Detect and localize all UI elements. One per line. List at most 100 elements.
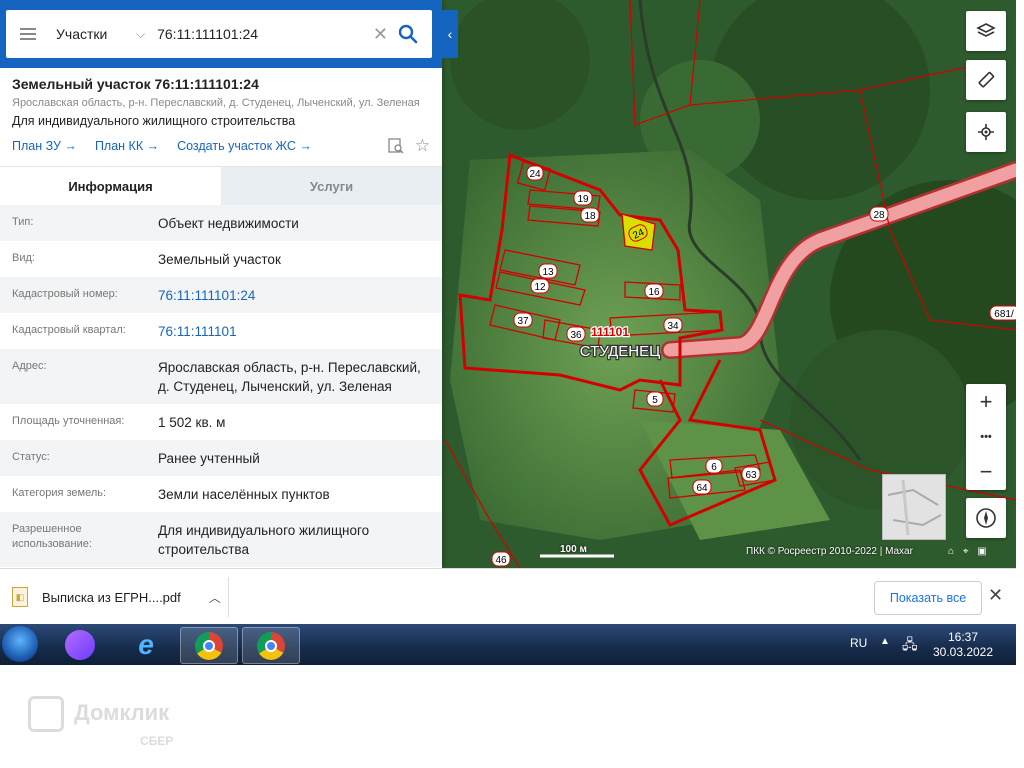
road-label: 28 [869, 206, 889, 222]
parcel-label[interactable]: 63 [741, 466, 761, 482]
parcel-label[interactable]: 34 [663, 317, 683, 333]
zoom-control: + ••• − [966, 384, 1006, 490]
tray-expand-icon[interactable]: ▲ [880, 636, 890, 647]
compass-icon [976, 508, 996, 528]
cadastral-quarter-link[interactable]: 76:11:111101 [158, 322, 430, 341]
tab-bar: Информация Услуги [0, 166, 442, 205]
row-value: Ранее учтенный [158, 451, 260, 466]
tab-info[interactable]: Информация [0, 167, 221, 205]
ruler-icon [978, 71, 995, 88]
table-row: Категория земель: Земли населённых пункто… [0, 476, 442, 512]
table-row: Площадь уточненная: 1 502 кв. м [0, 404, 442, 440]
parcel-label[interactable]: 36 [566, 326, 586, 342]
network-icon[interactable]: 🖧 [902, 634, 918, 658]
download-filename: Выписка из ЕГРН....pdf [42, 589, 181, 605]
chrome-window-1[interactable] [180, 627, 238, 664]
zoom-out-button[interactable]: − [966, 454, 1006, 489]
table-row: Кадастровый номер: 76:11:111101:24 [0, 277, 442, 313]
minimap-toggle[interactable] [882, 474, 946, 540]
row-label: Адрес: [12, 360, 47, 372]
row-value: Ярославская область, р-н. Переславский, … [158, 360, 421, 394]
row-value: Земли населённых пунктов [158, 487, 330, 502]
layer-select[interactable]: Участки [56, 26, 136, 42]
create-parcel-link[interactable]: Создать участок ЖС → [177, 139, 312, 153]
download-item[interactable]: ◧ Выписка из ЕГРН....pdf ︿ [12, 587, 221, 607]
svg-text:18: 18 [584, 211, 596, 222]
tab-services[interactable]: Услуги [221, 167, 442, 205]
parcel-label[interactable]: 16 [644, 283, 664, 299]
search-document-icon[interactable] [387, 137, 405, 155]
quarter-label: 111101 [591, 325, 629, 339]
svg-text:13: 13 [542, 267, 554, 278]
clock[interactable]: 16:37 30.03.2022 [930, 630, 996, 660]
layers-button[interactable] [966, 11, 1006, 51]
row-value: Земельный участок [158, 252, 281, 267]
svg-text:46: 46 [495, 555, 507, 566]
alice-app-button[interactable] [52, 627, 108, 662]
svg-text:34: 34 [667, 321, 679, 332]
svg-text:28: 28 [873, 210, 885, 221]
locate-button[interactable] [966, 112, 1006, 152]
parcel-label[interactable]: 64 [692, 479, 712, 495]
parcel-label[interactable]: 19 [573, 190, 593, 206]
chevron-down-icon[interactable]: ⌵ [136, 27, 145, 42]
table-row: Тип: Объект недвижимости [0, 205, 442, 241]
edge-label: 681/ [989, 305, 1016, 321]
chrome-icon [257, 631, 285, 660]
start-button[interactable] [2, 626, 38, 662]
close-icon[interactable]: ✕ [988, 585, 1003, 606]
alice-icon [65, 629, 95, 660]
table-row: Разрешенное использование: Для индивидуал… [0, 512, 442, 567]
parcel-label[interactable]: 5 [646, 391, 664, 407]
language-indicator[interactable]: RU [850, 636, 867, 650]
village-label: СТУДЕНЕЦ [580, 343, 660, 360]
chevron-up-icon[interactable]: ︿ [209, 589, 221, 606]
parcel-label[interactable]: 24 [526, 165, 544, 181]
home-icon[interactable]: ⌂ [948, 546, 954, 557]
parcel-label[interactable]: 12 [530, 278, 550, 294]
search-icon[interactable] [398, 24, 418, 44]
chrome-icon [195, 631, 223, 660]
collapse-panel-button[interactable]: ‹ [442, 10, 458, 58]
show-all-button[interactable]: Показать все [874, 581, 982, 615]
parcel-label[interactable]: 46 [491, 551, 511, 567]
object-title: Земельный участок 76:11:111101:24 [12, 76, 259, 92]
info-panel: Участки ⌵ 76:11:111101:24 ✕ Земельный уч… [0, 0, 442, 568]
object-purpose: Для индивидуального жилищного строительс… [12, 114, 296, 128]
row-value: Объект недвижимости [158, 216, 299, 231]
target-icon[interactable]: ⌖ [963, 546, 969, 557]
menu-icon[interactable] [20, 28, 36, 40]
clear-icon[interactable]: ✕ [373, 24, 388, 45]
compass-button[interactable] [966, 498, 1006, 538]
layers-icon [976, 23, 996, 37]
parcel-label[interactable]: 13 [538, 263, 558, 279]
plan-kk-link[interactable]: План КК → [95, 139, 159, 153]
ie-icon: e [138, 628, 154, 660]
row-value: Для индивидуального жилищного строительс… [158, 523, 370, 557]
parcel-label-selected[interactable]: 24 [627, 223, 649, 243]
zoom-in-button[interactable]: + [966, 384, 1006, 419]
cadastral-number-link[interactable]: 76:11:111101:24 [158, 286, 430, 305]
pdf-file-icon: ◧ [12, 587, 28, 607]
ie-app-button[interactable]: e [118, 627, 174, 662]
watermark-brand: Домклик [74, 699, 170, 725]
row-label: Площадь уточненная: [12, 415, 125, 427]
parcel-label[interactable]: 6 [705, 458, 723, 474]
svg-text:12: 12 [534, 282, 546, 293]
chrome-window-2[interactable] [242, 627, 300, 664]
map-footer-icons: ⌂ ⌖ ▣ [948, 546, 987, 557]
ruler-button[interactable] [966, 60, 1006, 100]
svg-text:36: 36 [570, 330, 582, 341]
table-row: Статус: Ранее учтенный [0, 440, 442, 476]
search-input[interactable]: 76:11:111101:24 [157, 26, 373, 42]
crosshair-icon [978, 124, 994, 140]
row-label: Вид: [12, 252, 35, 264]
parcel-label[interactable]: 37 [513, 312, 533, 328]
star-icon[interactable]: ☆ [415, 136, 430, 156]
table-row: Адрес: Ярославская область, р-н. Переслав… [0, 349, 442, 404]
parcel-label[interactable]: 18 [580, 207, 600, 223]
zoom-more-button[interactable]: ••• [966, 419, 1006, 454]
plan-zu-link[interactable]: План ЗУ → [12, 139, 77, 153]
svg-text:24: 24 [529, 169, 541, 180]
window-icon[interactable]: ▣ [977, 546, 986, 557]
